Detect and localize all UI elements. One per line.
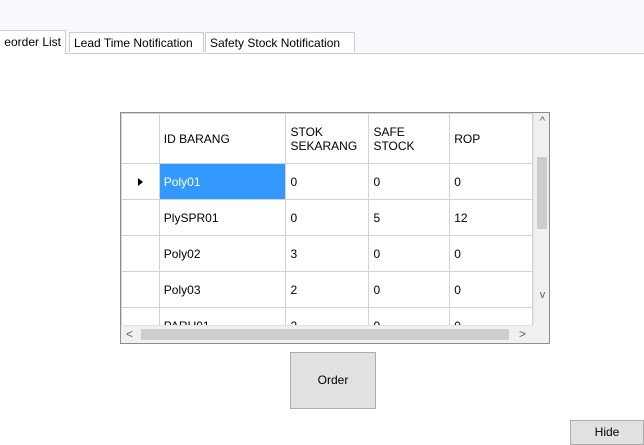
table-row[interactable]: Poly03 2 0 0 [121, 271, 533, 308]
cell-rop[interactable]: 0 [449, 163, 533, 200]
tab-reorder-list[interactable]: eorder List [0, 30, 66, 54]
header-row: ID BARANG STOK SEKARANG SAFE STOCK ROP [121, 113, 533, 164]
table-row[interactable]: Poly01 0 0 0 [121, 163, 533, 200]
grid-table: ID BARANG STOK SEKARANG SAFE STOCK ROP Pol… [121, 113, 533, 325]
column-header-rop[interactable]: ROP [449, 113, 533, 164]
cell-stok-sekarang[interactable]: 2 [285, 271, 370, 308]
scroll-left-icon[interactable]: < [121, 326, 138, 343]
cell-stok-sekarang[interactable]: 3 [285, 235, 370, 272]
table-row[interactable]: PlySPR01 0 5 12 [121, 199, 533, 236]
cell-rop[interactable]: 0 [449, 235, 533, 272]
cell-safe-stock[interactable]: 0 [368, 163, 451, 200]
scrollbar-corner [533, 325, 549, 343]
cell-id-barang[interactable]: Poly03 [158, 271, 287, 308]
horizontal-scroll-thumb[interactable] [141, 329, 509, 340]
row-header[interactable] [121, 307, 160, 325]
table-row[interactable]: PARU01 2 0 0 [121, 307, 533, 325]
cell-stok-sekarang[interactable]: 0 [285, 199, 370, 236]
column-header-id-barang[interactable]: ID BARANG [158, 113, 287, 164]
tab-safety-stock-notification[interactable]: Safety Stock Notification [205, 32, 355, 52]
scroll-down-icon[interactable]: v [534, 287, 549, 304]
order-button[interactable]: Order [290, 352, 376, 409]
scroll-up-icon[interactable]: ^ [534, 113, 549, 130]
cell-stok-sekarang[interactable]: 2 [285, 307, 370, 325]
cell-stok-sekarang[interactable]: 0 [285, 163, 370, 200]
vertical-scroll-thumb[interactable] [537, 157, 547, 229]
table-row[interactable]: Poly02 3 0 0 [121, 235, 533, 272]
cell-safe-stock[interactable]: 0 [368, 271, 451, 308]
column-header-label: SAFE STOCK [373, 124, 415, 153]
hide-button[interactable]: Hide [570, 420, 644, 445]
cell-safe-stock[interactable]: 5 [368, 199, 451, 236]
column-header-label: STOK SEKARANG [290, 124, 358, 153]
cell-safe-stock[interactable]: 0 [368, 235, 451, 272]
cell-rop[interactable]: 0 [449, 271, 533, 308]
row-header[interactable] [121, 271, 160, 308]
scroll-right-icon[interactable]: > [514, 326, 531, 343]
horizontal-scrollbar[interactable]: < > [121, 325, 533, 343]
vertical-scrollbar[interactable]: ^ v [533, 113, 549, 325]
cell-safe-stock[interactable]: 0 [368, 307, 451, 325]
column-header-safe-stock[interactable]: SAFE STOCK [368, 113, 451, 164]
cell-id-barang[interactable]: PARU01 [158, 307, 287, 325]
row-header[interactable] [121, 163, 160, 200]
current-row-indicator-icon [137, 177, 143, 186]
row-header[interactable] [121, 199, 160, 236]
cell-id-barang[interactable]: Poly01 [158, 163, 287, 200]
tab-lead-time-notification[interactable]: Lead Time Notification [69, 32, 204, 52]
tab-strip: eorder List Lead Time Notification Safet… [0, 30, 644, 54]
cell-id-barang[interactable]: Poly02 [158, 235, 287, 272]
cell-id-barang[interactable]: PlySPR01 [158, 199, 287, 236]
column-header-stok-sekarang[interactable]: STOK SEKARANG [285, 113, 370, 164]
top-left-header-cell[interactable] [121, 113, 160, 164]
cell-rop[interactable]: 0 [449, 307, 533, 325]
grid-viewport: ID BARANG STOK SEKARANG SAFE STOCK ROP Pol… [121, 113, 533, 325]
cell-rop[interactable]: 12 [449, 199, 533, 236]
row-header[interactable] [121, 235, 160, 272]
reorder-data-grid[interactable]: ID BARANG STOK SEKARANG SAFE STOCK ROP Pol… [120, 112, 550, 344]
